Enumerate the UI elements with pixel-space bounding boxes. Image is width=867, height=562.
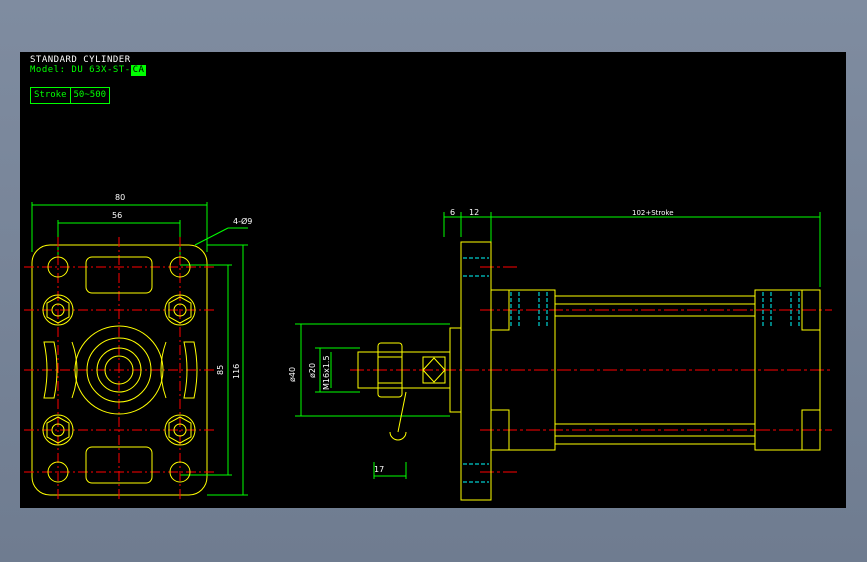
dim-bolt-spacing-y: 85 [216, 365, 225, 375]
dim-diameter-20: ø20 [308, 363, 317, 378]
side-view [295, 212, 832, 501]
dim-bolt-spacing-x: 56 [112, 211, 122, 220]
tie-rod-bottom [554, 435, 756, 445]
front-view [24, 202, 248, 502]
front-dimension-lines [31, 202, 248, 496]
front-flange [460, 241, 492, 501]
dim-hole-callout: 4-Ø9 [233, 216, 252, 226]
dim-body-length: 102+Stroke [632, 209, 674, 217]
dim-wrench-flat: 17 [374, 465, 384, 474]
cad-drawing-canvas[interactable]: STANDARD CYLINDER Model: DU 63X-ST- CA St… [20, 52, 846, 508]
dim-flange-thickness: 6 [450, 208, 455, 217]
dim-overall-height: 116 [232, 364, 241, 379]
dim-step-length: 12 [469, 208, 479, 217]
side-dimension-lines [295, 212, 821, 479]
side-centerlines [350, 266, 832, 473]
drawing-svg: 80 56 4-Ø9 85 116 6 12 102+Stroke ø40 ø2… [24, 193, 832, 502]
tie-rod-top [554, 295, 756, 305]
dim-overall-width: 80 [115, 193, 125, 202]
dim-thread: M16x1.5 [322, 355, 331, 390]
dim-diameter-40: ø40 [288, 367, 297, 382]
